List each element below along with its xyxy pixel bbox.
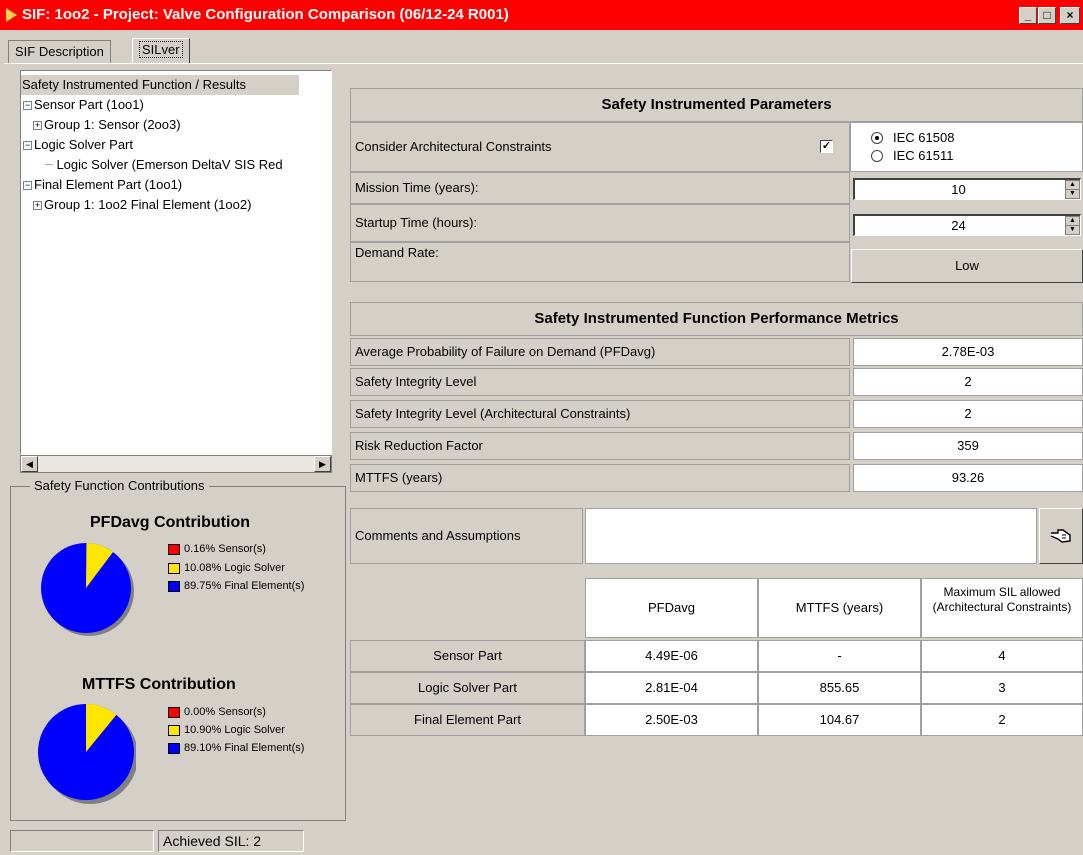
iec61508-label: IEC 61508 bbox=[893, 130, 955, 145]
results-tree[interactable]: Safety Instrumented Function / Results −… bbox=[20, 70, 332, 455]
legend-item-logic-solver: 10.08% Logic Solver bbox=[168, 562, 285, 574]
mission-time-value: 10 bbox=[951, 182, 966, 197]
startup-time-value: 24 bbox=[951, 218, 966, 233]
tab-sif-description[interactable]: SIF Description bbox=[8, 40, 111, 63]
minimize-button[interactable]: _ bbox=[1019, 7, 1037, 24]
metric-value-sil: 2 bbox=[853, 368, 1083, 396]
mttfs-contribution-pie bbox=[38, 704, 136, 804]
parameters-header: Safety Instrumented Parameters bbox=[350, 88, 1083, 122]
table-cell-sensor-sil: 4 bbox=[921, 640, 1083, 672]
table-header-pfdavg: PFDavg bbox=[585, 578, 758, 638]
tab-silver[interactable]: SILver bbox=[132, 38, 190, 64]
table-header-mttfs: MTTFS (years) bbox=[758, 578, 921, 638]
tree-item-final-element-part[interactable]: − Final Element Part (1oo1) bbox=[23, 175, 182, 195]
contributions-group-label: Safety Function Contributions bbox=[30, 478, 209, 493]
startup-time-label: Startup Time (hours): bbox=[350, 204, 850, 242]
metric-value-pfdavg: 2.78E-03 bbox=[853, 338, 1083, 366]
table-cell-sensor-mttfs: - bbox=[758, 640, 921, 672]
iec-standard-options: IEC 61508 IEC 61511 bbox=[850, 122, 1083, 172]
collapse-icon[interactable]: − bbox=[23, 181, 32, 191]
legend-swatch bbox=[168, 562, 180, 574]
table-cell-logic-sil: 3 bbox=[921, 672, 1083, 704]
tree-horizontal-scrollbar[interactable]: ◀ ▶ bbox=[20, 455, 332, 473]
expand-icon[interactable]: + bbox=[33, 201, 42, 211]
arch-constraints-label: Consider Architectural Constraints bbox=[350, 122, 850, 172]
metric-label-rrf: Risk Reduction Factor bbox=[350, 432, 850, 460]
mttfs-contribution-title: MTTFS Contribution bbox=[82, 676, 236, 693]
scroll-left-icon[interactable]: ◀ bbox=[21, 456, 38, 472]
tree-item-final-element-group[interactable]: + Group 1: 1oo2 Final Element (1oo2) bbox=[33, 195, 251, 215]
tree-item-sensor-part[interactable]: − Sensor Part (1oo1) bbox=[23, 95, 144, 115]
collapse-icon[interactable]: − bbox=[23, 101, 32, 111]
legend-item-logic-solver: 10.90% Logic Solver bbox=[168, 724, 285, 736]
legend-item-sensor: 0.16% Sensor(s) bbox=[168, 543, 266, 555]
status-bar-left bbox=[10, 830, 154, 852]
legend-swatch bbox=[168, 543, 180, 555]
arch-constraints-checkbox[interactable]: ✓ bbox=[820, 140, 833, 153]
status-bar-achieved-sil: Achieved SIL: 2 bbox=[158, 830, 304, 852]
app-icon bbox=[6, 8, 17, 22]
table-row-label-sensor: Sensor Part bbox=[350, 640, 585, 672]
metric-label-pfdavg: Average Probability of Failure on Demand… bbox=[350, 338, 850, 366]
iec61511-radio[interactable] bbox=[871, 150, 883, 162]
tree-item-sensor-group[interactable]: + Group 1: Sensor (2oo3) bbox=[33, 115, 181, 135]
table-cell-logic-mttfs: 855.65 bbox=[758, 672, 921, 704]
legend-item-final-element: 89.75% Final Element(s) bbox=[168, 580, 304, 592]
table-cell-final-mttfs: 104.67 bbox=[758, 704, 921, 736]
table-cell-final-sil: 2 bbox=[921, 704, 1083, 736]
legend-swatch bbox=[168, 742, 180, 754]
iec61511-label: IEC 61511 bbox=[893, 148, 954, 163]
tree-item-logic-solver[interactable]: ┈ Logic Solver (Emerson DeltaV SIS Red bbox=[45, 155, 283, 175]
pfd-contribution-title: PFDavg Contribution bbox=[90, 514, 250, 531]
table-row-label-logic-solver: Logic Solver Part bbox=[350, 672, 585, 704]
close-button[interactable]: × bbox=[1060, 7, 1080, 24]
tab-label: SIF Description bbox=[15, 44, 104, 59]
legend-swatch bbox=[168, 706, 180, 718]
table-cell-final-pfd: 2.50E-03 bbox=[585, 704, 758, 736]
metric-label-sil-arch: Safety Integrity Level (Architectural Co… bbox=[350, 400, 850, 428]
pfd-contribution-pie bbox=[41, 543, 134, 636]
spin-down-icon[interactable]: ▼ bbox=[1065, 225, 1080, 235]
metric-value-rrf: 359 bbox=[853, 432, 1083, 460]
iec61508-radio[interactable] bbox=[871, 132, 883, 144]
table-cell-sensor-pfd: 4.49E-06 bbox=[585, 640, 758, 672]
tree-line-icon: ┈ bbox=[45, 157, 57, 172]
tree-item-logic-solver-part[interactable]: − Logic Solver Part bbox=[23, 135, 133, 155]
collapse-icon[interactable]: − bbox=[23, 141, 32, 151]
metric-value-sil-arch: 2 bbox=[853, 400, 1083, 428]
mission-time-label: Mission Time (years): bbox=[350, 172, 850, 204]
demand-rate-button[interactable]: Low bbox=[851, 249, 1083, 283]
comments-field[interactable] bbox=[585, 508, 1037, 564]
spin-down-icon[interactable]: ▼ bbox=[1065, 189, 1080, 199]
metric-label-sil: Safety Integrity Level bbox=[350, 368, 850, 396]
pointing-hand-icon bbox=[1050, 529, 1071, 543]
startup-time-spinner[interactable]: 24 ▲ ▼ bbox=[853, 214, 1081, 236]
window-title: SIF: 1oo2 - Project: Valve Configuration… bbox=[22, 6, 509, 23]
comments-label: Comments and Assumptions bbox=[350, 508, 583, 564]
metric-label-mttfs: MTTFS (years) bbox=[350, 464, 850, 492]
metric-value-mttfs: 93.26 bbox=[853, 464, 1083, 492]
legend-item-sensor: 0.00% Sensor(s) bbox=[168, 706, 266, 718]
maximize-button[interactable]: □ bbox=[1038, 7, 1056, 24]
metrics-header: Safety Instrumented Function Performance… bbox=[350, 302, 1083, 336]
tab-divider bbox=[4, 63, 1083, 64]
legend-swatch bbox=[168, 580, 180, 592]
legend-swatch bbox=[168, 724, 180, 736]
scroll-right-icon[interactable]: ▶ bbox=[314, 456, 331, 472]
mission-time-spinner[interactable]: 10 ▲ ▼ bbox=[853, 178, 1081, 200]
expand-icon[interactable]: + bbox=[33, 121, 42, 131]
table-header-max-sil: Maximum SIL allowed (Architectural Const… bbox=[921, 578, 1083, 638]
legend-item-final-element: 89.10% Final Element(s) bbox=[168, 742, 304, 754]
tab-label: SILver bbox=[139, 41, 183, 58]
demand-rate-label: Demand Rate: bbox=[350, 242, 850, 282]
table-row-label-final-element: Final Element Part bbox=[350, 704, 585, 736]
table-cell-logic-pfd: 2.81E-04 bbox=[585, 672, 758, 704]
title-bar: SIF: 1oo2 - Project: Valve Configuration… bbox=[0, 0, 1083, 30]
edit-comments-button[interactable] bbox=[1039, 508, 1083, 564]
tree-item-root[interactable]: Safety Instrumented Function / Results bbox=[21, 75, 299, 95]
